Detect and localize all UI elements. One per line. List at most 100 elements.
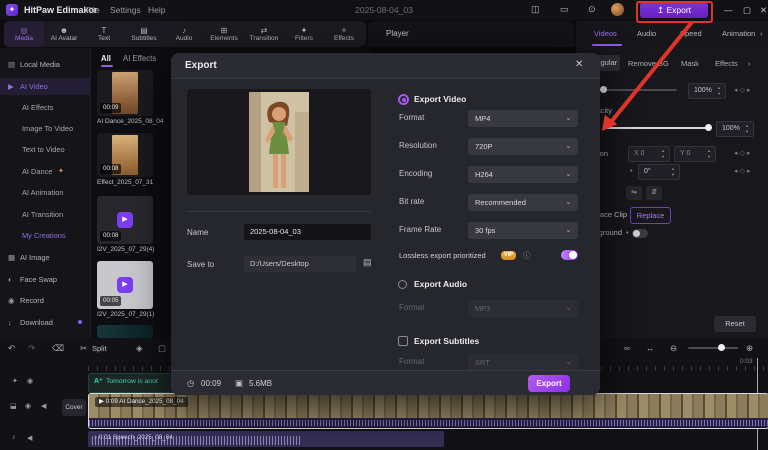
stepper-icons[interactable]: ▴ ▾	[716, 85, 722, 97]
keyframe-diamond-icon[interactable]: ◇	[740, 150, 747, 157]
framerate-dropdown[interactable]: 30 fps ⌄	[468, 222, 578, 239]
flip-horizontal-button[interactable]: ⇋	[626, 186, 642, 200]
sidebar-item-face-swap[interactable]: ◐ Face Swap	[0, 271, 90, 288]
video-clip[interactable]: ▶ 0:09 AI Dance_2025_08_04	[88, 393, 768, 429]
bitrate-dropdown[interactable]: Recommended ⌄	[468, 194, 578, 211]
media-tab-ai-effects[interactable]: AI Effects	[123, 54, 156, 63]
sidebar-item-my-creations[interactable]: My Creations	[0, 227, 90, 244]
reset-button[interactable]: Reset	[714, 316, 756, 332]
export-audio-radio[interactable]	[398, 280, 407, 289]
tab-animation[interactable]: Animation	[722, 29, 755, 38]
subtab-remove-bg[interactable]: Remove BG	[628, 59, 669, 68]
feedback-icon[interactable]: ▭	[560, 4, 569, 15]
scale-slider-knob[interactable]	[600, 86, 607, 93]
zoom-in-icon[interactable]: ⊕	[746, 343, 753, 354]
replace-button[interactable]: Replace	[630, 207, 671, 224]
sidebar-item-record[interactable]: ◉ Record	[0, 292, 90, 309]
sidebar-item-ai-effects[interactable]: AI Effects	[0, 99, 90, 116]
split-label[interactable]: Split	[92, 344, 107, 353]
keyframe-next-icon[interactable]: ▸	[747, 150, 753, 157]
save-to-input[interactable]: D:/Users/Desktop	[244, 256, 356, 272]
timeline-zoom-slider[interactable]	[688, 347, 738, 349]
audio-track-icon[interactable]: ♪	[12, 434, 16, 441]
subtabs-more-chevron-icon[interactable]: ›	[748, 59, 751, 68]
link-clips-icon[interactable]: ∞	[624, 343, 630, 353]
background-toggle[interactable]	[632, 229, 648, 238]
audio-track-mute-icon[interactable]: ◀	[27, 434, 32, 442]
undo-icon[interactable]: ↶	[8, 343, 15, 354]
tab-elements[interactable]: ⊞ Elements	[204, 21, 244, 47]
position-keyframe-controls[interactable]: ◂◇▸	[734, 149, 752, 157]
redo-icon[interactable]: ↷	[28, 343, 35, 354]
video-track-visibility-icon[interactable]: ◉	[25, 402, 31, 410]
keyframe-diamond-icon[interactable]: ◇	[740, 87, 747, 94]
name-input[interactable]: 2025-08-04_03	[244, 224, 371, 240]
sidebar-item-image-to-video[interactable]: Image To Video	[0, 120, 90, 137]
stepper-icons[interactable]: ▴ ▾	[744, 123, 750, 135]
export-confirm-button[interactable]: Export	[528, 375, 570, 392]
media-item-thumbnail-partial[interactable]	[97, 325, 153, 338]
media-item-thumbnail[interactable]: ▶ 00:08	[97, 196, 153, 244]
menu-file[interactable]: File	[86, 5, 100, 15]
keyframe-next-icon[interactable]: ▸	[747, 168, 753, 175]
stepper-icons[interactable]: ▴ ▾	[670, 166, 676, 178]
tab-text[interactable]: T Text	[84, 21, 124, 47]
split-scissors-icon[interactable]: ✂	[80, 343, 87, 354]
cover-button[interactable]: Cover	[62, 399, 86, 416]
lossless-toggle[interactable]	[561, 250, 578, 260]
info-icon[interactable]: ⓘ	[523, 250, 531, 261]
encoding-dropdown[interactable]: H264 ⌄	[468, 166, 578, 183]
sidebar-item-text-to-video[interactable]: Text to Video	[0, 141, 90, 158]
stepper-icons[interactable]: ▴ ▾	[660, 148, 666, 160]
shield-icon[interactable]: ◈	[136, 343, 143, 354]
video-track-lock-icon[interactable]: ⬓	[10, 402, 17, 410]
minimize-button[interactable]: —	[724, 5, 733, 15]
subtab-mask[interactable]: Mask	[681, 59, 699, 68]
export-subtitles-checkbox[interactable]	[398, 336, 408, 346]
tab-audio[interactable]: ♪ Audio	[164, 21, 204, 47]
tab-speed[interactable]: Speed	[680, 29, 702, 38]
tab-videos[interactable]: Videos	[594, 29, 617, 38]
zoom-out-icon[interactable]: ⊖	[670, 343, 677, 354]
keyframe-diamond-icon[interactable]: ◇	[740, 168, 747, 175]
media-item-thumbnail[interactable]: ▶ 00:05	[97, 261, 153, 309]
menu-settings[interactable]: Settings	[110, 5, 141, 15]
dialog-close-icon[interactable]: ✕	[575, 59, 583, 70]
frame-icon[interactable]: ▢	[158, 343, 166, 354]
sidebar-item-ai-transition[interactable]: AI Transition	[0, 206, 90, 223]
tab-ai-avatar[interactable]: ☻ AI Avatar	[44, 21, 84, 47]
tab-audio-props[interactable]: Audio	[637, 29, 656, 38]
sidebar-item-local-media[interactable]: ▤ Local Media	[0, 56, 90, 73]
rotate-keyframe-controls[interactable]: ◂◇▸	[734, 167, 752, 175]
flip-vertical-button[interactable]: ⇵	[646, 186, 662, 200]
sidebar-item-download[interactable]: ↓ Download	[0, 314, 90, 331]
fit-timeline-icon[interactable]: ↔	[646, 343, 655, 353]
scale-value-box[interactable]: 100% ▴ ▾	[688, 83, 726, 99]
resolution-dropdown[interactable]: 720P ⌄	[468, 138, 578, 155]
subtab-effects[interactable]: Effects	[715, 59, 738, 68]
tab-effects[interactable]: ✧ Effects	[324, 21, 364, 47]
download-icon[interactable]: ⊙	[588, 4, 596, 15]
opacity-value-box[interactable]: 100% ▴ ▾	[716, 121, 754, 137]
export-video-radio[interactable]	[398, 94, 409, 105]
opacity-slider-knob[interactable]	[705, 124, 712, 131]
audio-clip[interactable]: ♪ 0:01 Speech_2025_08_04	[88, 431, 444, 447]
tab-filters[interactable]: ✦ Filters	[284, 21, 324, 47]
tab-subtitles[interactable]: ▤ Subtitles	[124, 21, 164, 47]
rotate-value-box[interactable]: 0° ▴ ▾	[638, 164, 680, 180]
layout-icon[interactable]: ◫	[531, 4, 540, 15]
media-item-thumbnail[interactable]: 00:08	[97, 133, 153, 177]
sidebar-item-ai-video[interactable]: ▶ AI Video	[0, 78, 90, 95]
delete-icon[interactable]: ⌫	[52, 343, 64, 354]
format-dropdown[interactable]: MP4 ⌄	[468, 110, 578, 127]
media-item-thumbnail[interactable]: 00:09	[97, 70, 153, 116]
text-track-visibility-icon[interactable]: ◉	[27, 377, 33, 385]
sidebar-item-ai-image[interactable]: ▦ AI Image	[0, 249, 90, 266]
opacity-slider[interactable]	[603, 127, 711, 129]
position-y-box[interactable]: Y 0 ▴ ▾	[674, 146, 716, 162]
maximize-button[interactable]: ▢	[743, 5, 751, 16]
menu-help[interactable]: Help	[148, 5, 165, 15]
scale-keyframe-controls[interactable]: ◂◇▸	[734, 86, 752, 94]
user-avatar[interactable]	[611, 3, 624, 16]
stepper-icons[interactable]: ▴ ▾	[706, 148, 712, 160]
